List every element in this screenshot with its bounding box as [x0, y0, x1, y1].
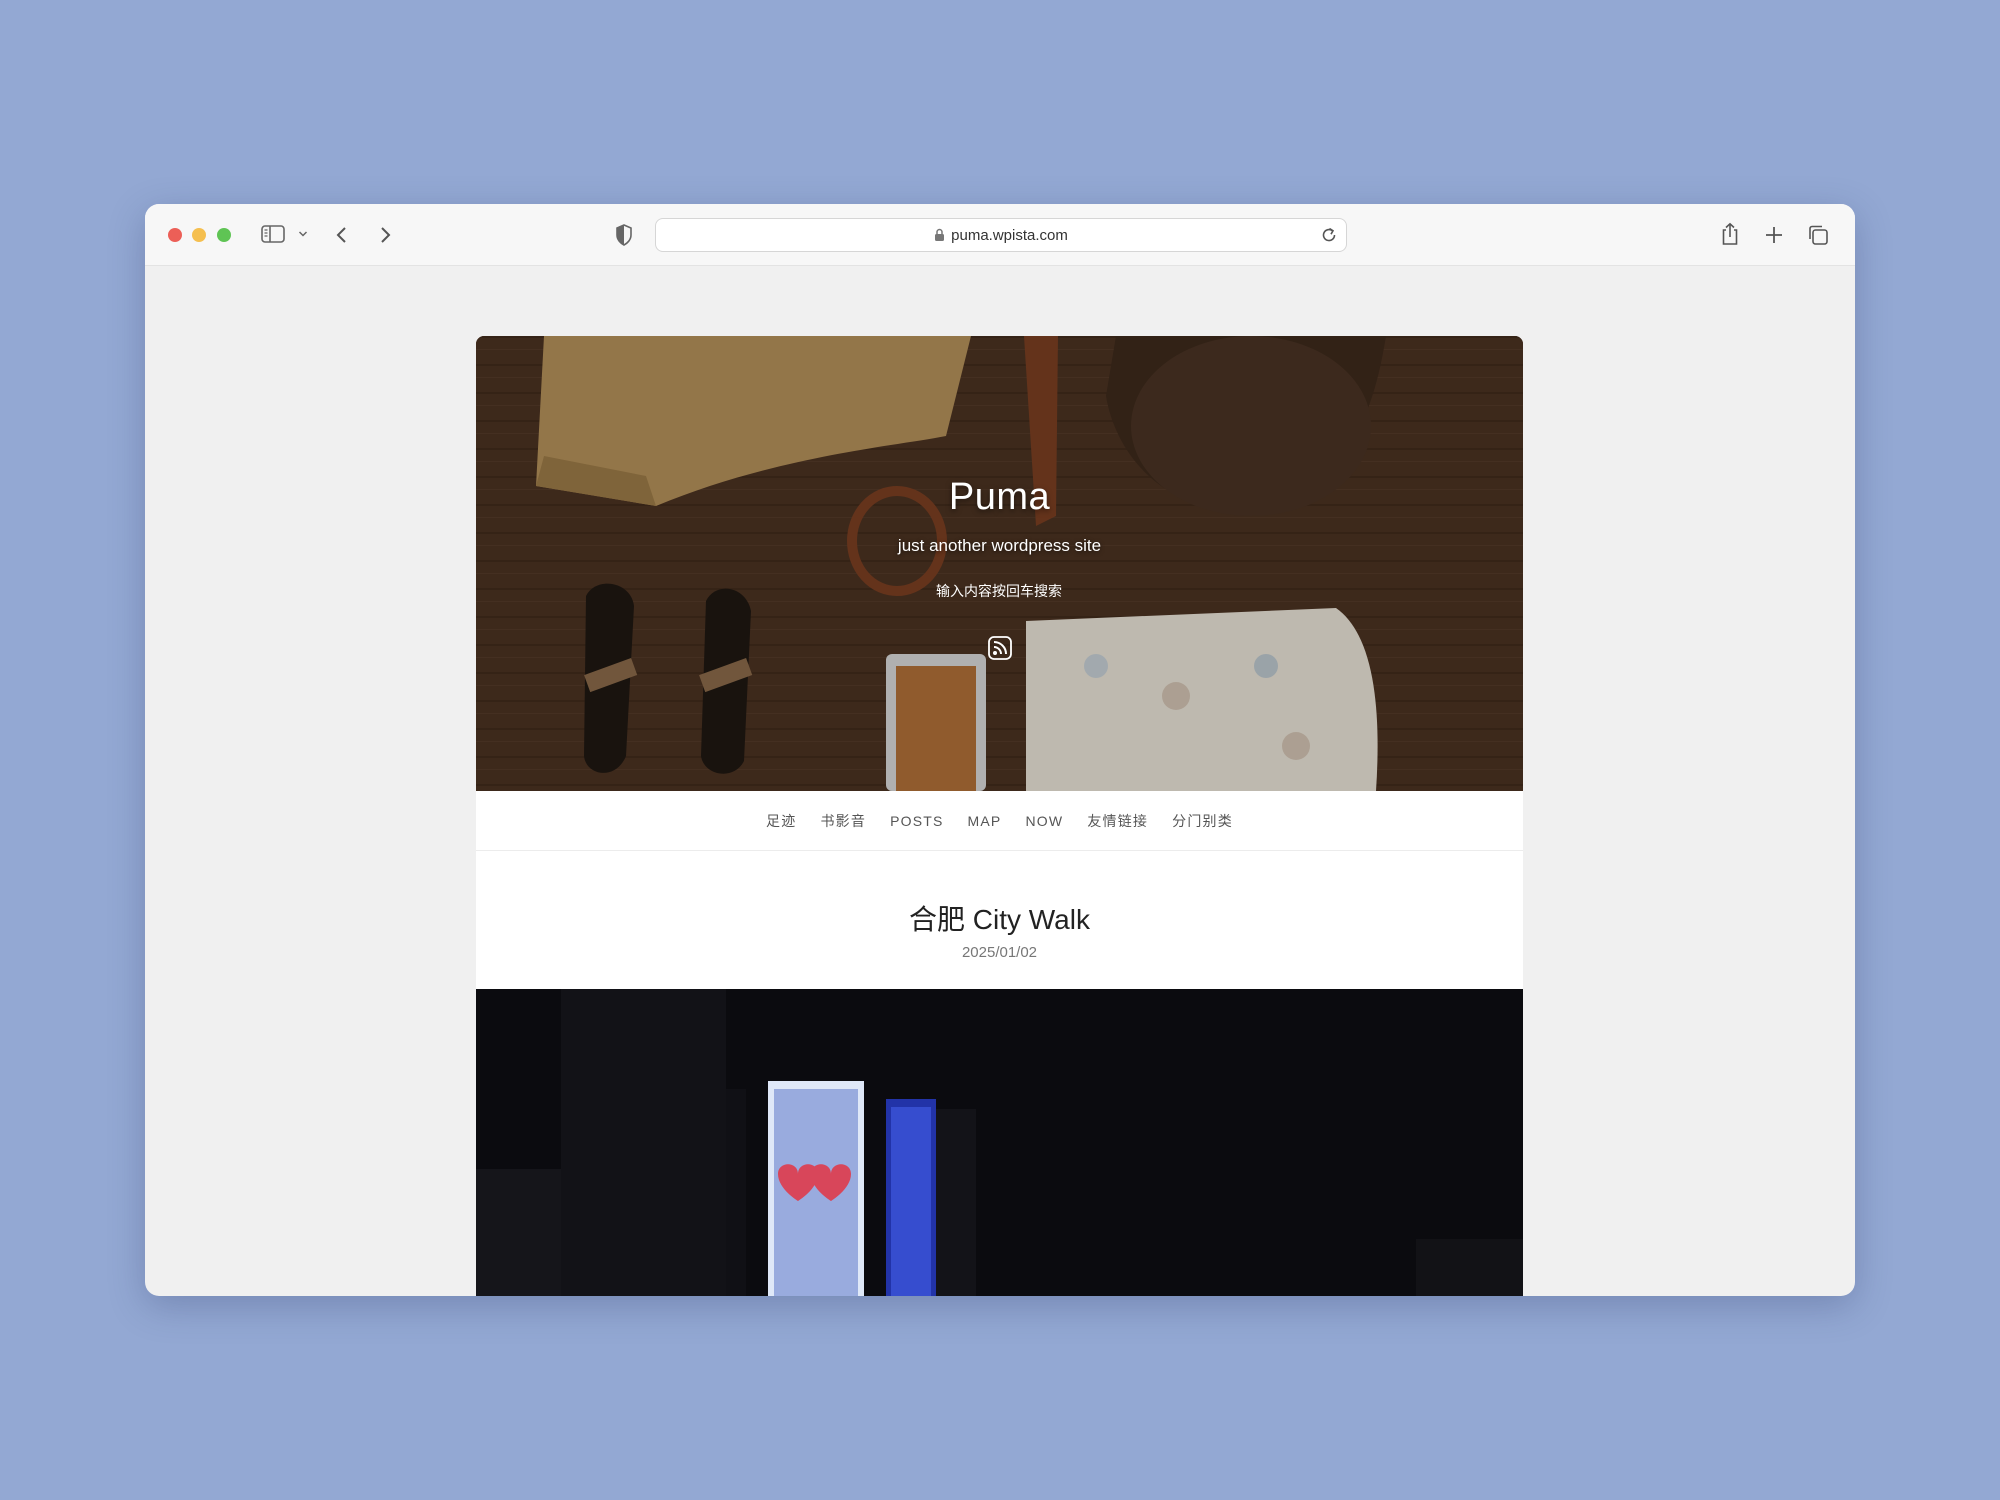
- minimize-window-button[interactable]: [192, 228, 206, 242]
- nav-item-categories[interactable]: 分门别类: [1172, 811, 1233, 831]
- search-input[interactable]: [849, 576, 1149, 606]
- site-tagline: just another wordpress site: [897, 536, 1102, 555]
- shield-icon[interactable]: [615, 224, 633, 246]
- web-page: Puma just another wordpress site 足迹 书影音 …: [476, 336, 1523, 1296]
- nav-item-map[interactable]: MAP: [968, 813, 1002, 829]
- tabs-overview-icon[interactable]: [1807, 224, 1829, 246]
- nav-item-posts[interactable]: POSTS: [890, 813, 943, 829]
- chevron-left-icon[interactable]: [335, 225, 349, 245]
- address-url: puma.wpista.com: [951, 226, 1068, 244]
- share-icon[interactable]: [1720, 222, 1740, 246]
- plus-icon[interactable]: [1764, 225, 1784, 245]
- address-bar[interactable]: puma.wpista.com: [655, 218, 1347, 252]
- night-city-photo: [476, 989, 1523, 1296]
- main-navigation: 足迹 书影音 POSTS MAP NOW 友情链接 分门别类: [476, 791, 1523, 851]
- reload-icon[interactable]: [1320, 226, 1338, 248]
- chevron-right-icon[interactable]: [378, 225, 392, 245]
- lock-icon: [934, 228, 945, 242]
- hero-overlay: [476, 336, 1523, 791]
- nav-item-friend-links[interactable]: 友情链接: [1087, 811, 1148, 831]
- nav-item-books-films-music[interactable]: 书影音: [820, 811, 866, 831]
- browser-toolbar: puma.wpista.com: [145, 204, 1855, 266]
- zoom-window-button[interactable]: [217, 228, 231, 242]
- nav-item-now[interactable]: NOW: [1025, 813, 1063, 829]
- browser-window: puma.wpista.com Puma just another wordpr…: [145, 204, 1855, 1296]
- rss-icon[interactable]: [988, 636, 1012, 665]
- hero-header: Puma just another wordpress site: [476, 336, 1523, 791]
- post-date: 2025/01/02: [961, 944, 1038, 961]
- chevron-down-icon[interactable]: [298, 230, 308, 238]
- nav-item-footprints[interactable]: 足迹: [766, 811, 796, 831]
- close-window-button[interactable]: [168, 228, 182, 242]
- post-title[interactable]: 合肥 City Walk: [476, 898, 1523, 938]
- sidebar-icon[interactable]: [261, 224, 285, 244]
- post-cover-image[interactable]: [476, 989, 1523, 1296]
- site-title[interactable]: Puma: [476, 476, 1523, 519]
